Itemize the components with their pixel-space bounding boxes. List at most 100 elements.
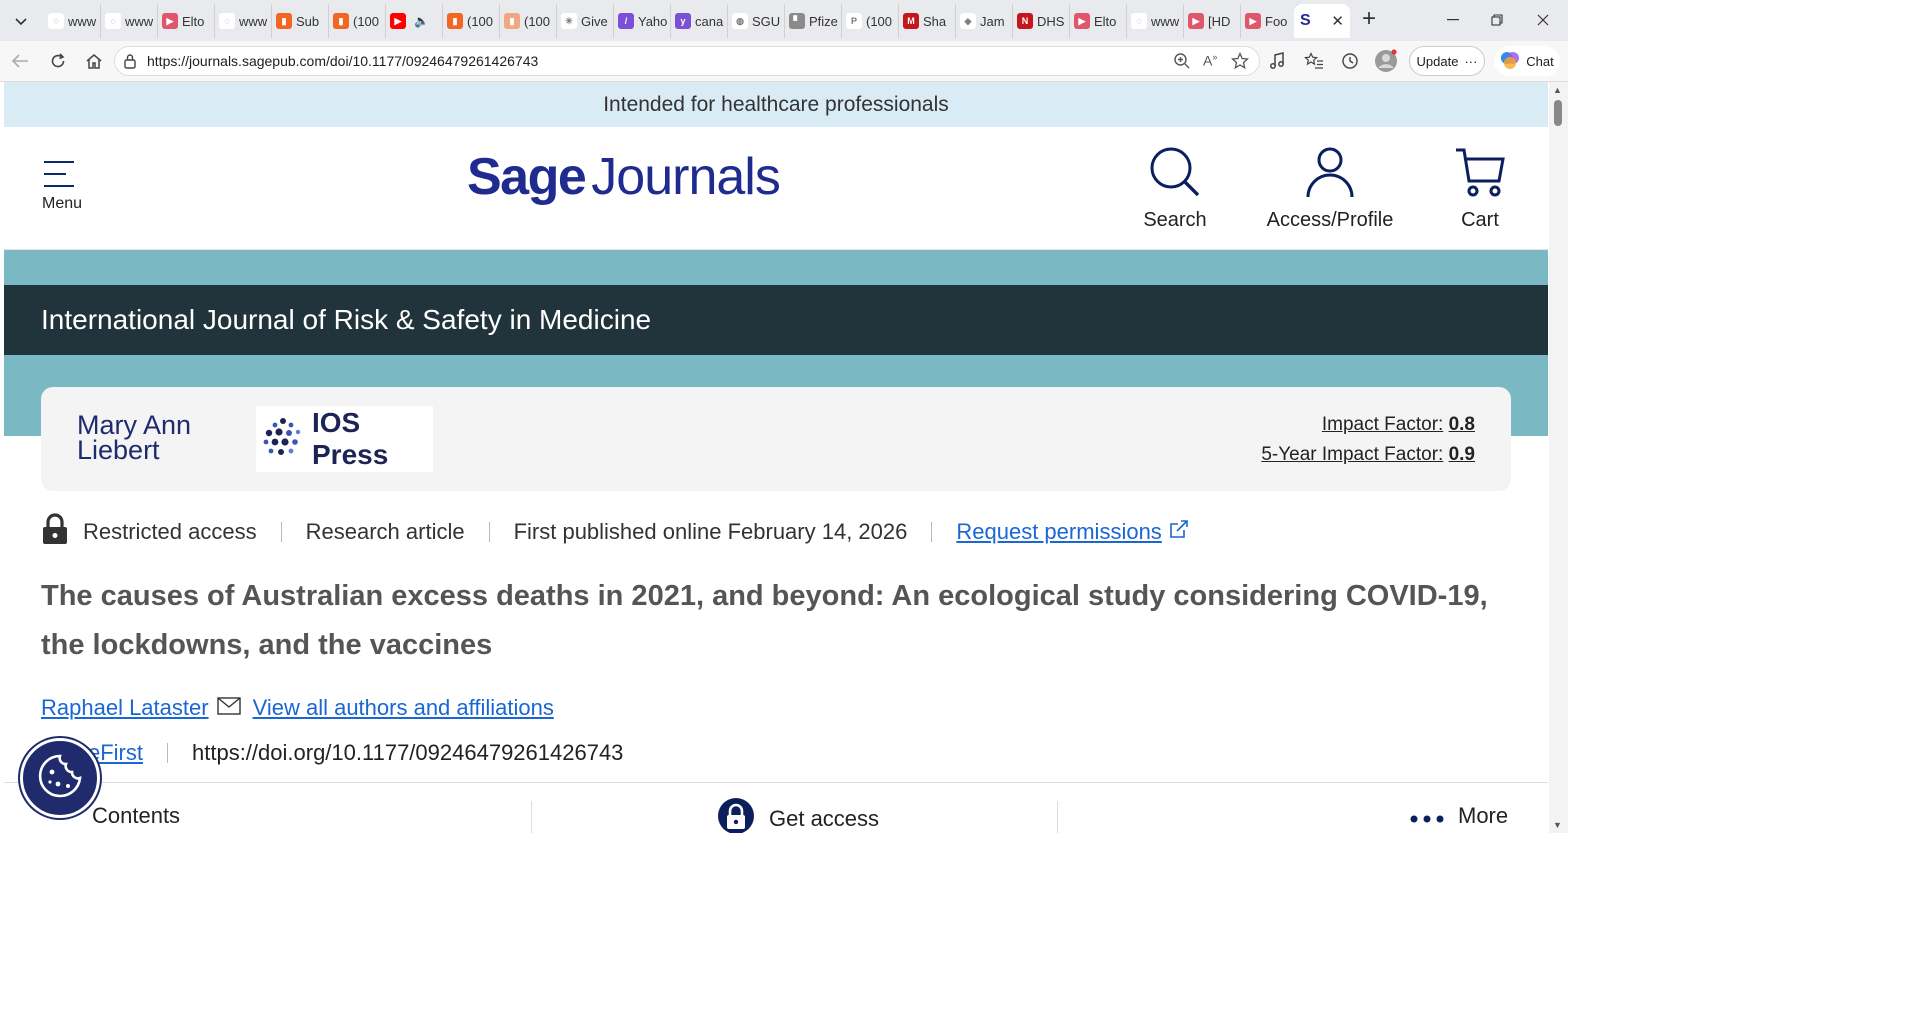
five-year-impact-value: 0.9 <box>1448 444 1475 465</box>
tab-title: Jam <box>980 13 1005 29</box>
logo-journals: Journals <box>591 148 781 206</box>
access-status: Restricted access <box>83 519 257 544</box>
browser-tab[interactable]: ▮ (100 <box>500 4 557 38</box>
scroll-down-icon[interactable]: ▼ <box>1553 820 1562 830</box>
browser-tab[interactable]: ◈ Jam <box>956 4 1013 38</box>
copilot-icon <box>1500 50 1520 73</box>
tab-favicon-icon: ▶ <box>1074 13 1090 29</box>
favorites-icon[interactable] <box>1302 49 1326 73</box>
doi-link[interactable]: https://doi.org/10.1177/0924647926142674… <box>192 740 623 766</box>
refresh-icon[interactable] <box>46 49 70 73</box>
close-window-icon[interactable] <box>1520 0 1566 40</box>
get-access-button[interactable]: Get access <box>717 797 879 833</box>
media-control-icon[interactable] <box>1266 49 1290 73</box>
home-icon[interactable] <box>82 49 106 73</box>
view-all-authors-link[interactable]: View all authors and affiliations <box>253 695 554 721</box>
mary-ann-liebert-logo[interactable]: Mary Ann Liebert <box>77 412 191 464</box>
tab-actions-chevron-icon[interactable] <box>8 8 34 34</box>
tab-favicon-icon: ▮ <box>333 13 349 29</box>
journal-info-card: Mary Ann Liebert IOS Press Impact Factor… <box>41 387 1511 491</box>
browser-tab[interactable]: P (100 <box>842 4 899 38</box>
browser-tab[interactable]: ▶ [HD <box>1184 4 1241 38</box>
more-button[interactable]: More <box>1410 803 1508 829</box>
article-type: Research article <box>305 519 465 544</box>
browser-tab[interactable]: y cana <box>671 4 728 38</box>
page-scrollbar[interactable]: ▲ ▼ <box>1549 82 1568 833</box>
zoom-icon[interactable] <box>1173 52 1191 74</box>
browser-tab[interactable]: ◌ www <box>1127 4 1184 38</box>
impact-factor-link[interactable]: Impact Factor: 0.8 <box>1261 410 1475 440</box>
browser-tab[interactable]: ▮ (100 <box>329 4 386 38</box>
browser-tab[interactable]: ▮ Sub <box>272 4 329 38</box>
cookie-settings-button[interactable] <box>20 738 100 818</box>
scroll-thumb[interactable] <box>1554 100 1562 126</box>
get-access-label: Get access <box>769 806 880 831</box>
address-bar[interactable]: https://journals.sagepub.com/doi/10.1177… <box>114 46 1260 76</box>
request-permissions-link[interactable]: Request permissions <box>956 519 1161 545</box>
journal-title[interactable]: International Journal of Risk & Safety i… <box>41 304 651 336</box>
tab-title: cana <box>695 13 724 29</box>
journal-title-bar[interactable]: International Journal of Risk & Safety i… <box>4 285 1548 355</box>
copilot-chat-button[interactable]: Chat <box>1494 46 1560 76</box>
update-label: Update <box>1416 53 1459 69</box>
tab-title: (100 <box>353 13 380 29</box>
back-icon[interactable] <box>8 49 32 73</box>
browser-tab[interactable]: ▶ 🔈 <box>386 4 443 38</box>
external-link-icon[interactable] <box>1168 518 1190 546</box>
new-tab-button[interactable]: + <box>1356 7 1382 33</box>
tab-favicon-icon: ▶ <box>1188 13 1204 29</box>
close-tab-icon[interactable]: ✕ <box>1331 12 1344 30</box>
browser-tab[interactable]: ▶ Elto <box>1070 4 1127 38</box>
tab-favicon-icon: ◍ <box>732 13 748 29</box>
browser-tab[interactable]: N DHS <box>1013 4 1070 38</box>
tab-title: [HD <box>1208 13 1231 29</box>
browser-tab[interactable]: ◌ www <box>101 4 158 38</box>
history-icon[interactable] <box>1338 49 1362 73</box>
browser-tab[interactable]: ▶ Foo <box>1241 4 1298 38</box>
access-profile-button[interactable]: Access/Profile <box>1262 145 1398 232</box>
lock-icon[interactable] <box>123 53 137 74</box>
tab-favicon-icon: / <box>618 13 634 29</box>
url-text[interactable]: https://journals.sagepub.com/doi/10.1177… <box>147 53 538 69</box>
restore-icon[interactable] <box>1474 0 1520 40</box>
tab-favicon-icon: ▮ <box>276 13 292 29</box>
tab-favicon-icon: ▘ <box>789 13 805 29</box>
update-button[interactable]: Update ··· <box>1409 46 1485 76</box>
tab-title: Give <box>581 13 608 29</box>
browser-tab[interactable]: ◍ SGU <box>728 4 785 38</box>
menu-button[interactable]: Menu <box>40 161 84 213</box>
access-profile-label: Access/Profile <box>1266 209 1394 231</box>
article-meta-row: Restricted access Research article First… <box>41 513 1190 550</box>
cart-button[interactable]: Cart <box>1450 145 1510 232</box>
browser-tab[interactable]: ▘ Pfize <box>785 4 842 38</box>
tab-list: ◌ www ◌ www ▶ Elto ◌ www ▮ Sub ▮ (100 ▶ 🔈 ▮ (100 ▮ (100 ✳ G… <box>44 4 1298 38</box>
browser-tab[interactable]: / Yaho <box>614 4 671 38</box>
tab-title: (100 <box>467 13 494 29</box>
tab-title: www <box>125 13 154 29</box>
favorite-star-icon[interactable] <box>1230 51 1250 74</box>
browser-tab[interactable]: ▮ (100 <box>443 4 500 38</box>
browser-tab[interactable]: M Sha <box>899 4 956 38</box>
browser-tab[interactable]: ◌ www <box>44 4 101 38</box>
tab-title: Pfize <box>809 13 838 29</box>
browser-tab[interactable]: ✳ Give <box>557 4 614 38</box>
scroll-up-icon[interactable]: ▲ <box>1553 85 1562 95</box>
divider <box>1057 801 1058 833</box>
minimize-icon[interactable] <box>1430 0 1476 40</box>
tab-favicon-icon: ◌ <box>219 13 235 29</box>
search-button[interactable]: Search <box>1134 145 1216 232</box>
speaker-icon[interactable]: 🔈 <box>414 14 429 28</box>
email-icon[interactable] <box>216 695 241 721</box>
profile-avatar-icon[interactable] <box>1374 49 1398 73</box>
site-header: Menu Sage Journals Search Access/Profile … <box>4 127 1548 251</box>
ios-press-logo[interactable]: IOS Press <box>256 406 433 472</box>
read-aloud-icon[interactable]: A» <box>1203 52 1217 69</box>
sage-journals-logo[interactable]: Sage Journals <box>467 147 781 207</box>
sage-favicon-icon: S <box>1300 12 1311 29</box>
browser-tab[interactable]: ◌ www <box>215 4 272 38</box>
impact-factor-label: Impact Factor: <box>1321 414 1444 435</box>
author-link[interactable]: Raphael Lataster <box>41 695 209 721</box>
five-year-impact-link[interactable]: 5-Year Impact Factor: 0.9 <box>1261 440 1475 470</box>
browser-tab[interactable]: ▶ Elto <box>158 4 215 38</box>
tab-active-sage[interactable]: S ✕ <box>1294 4 1350 38</box>
